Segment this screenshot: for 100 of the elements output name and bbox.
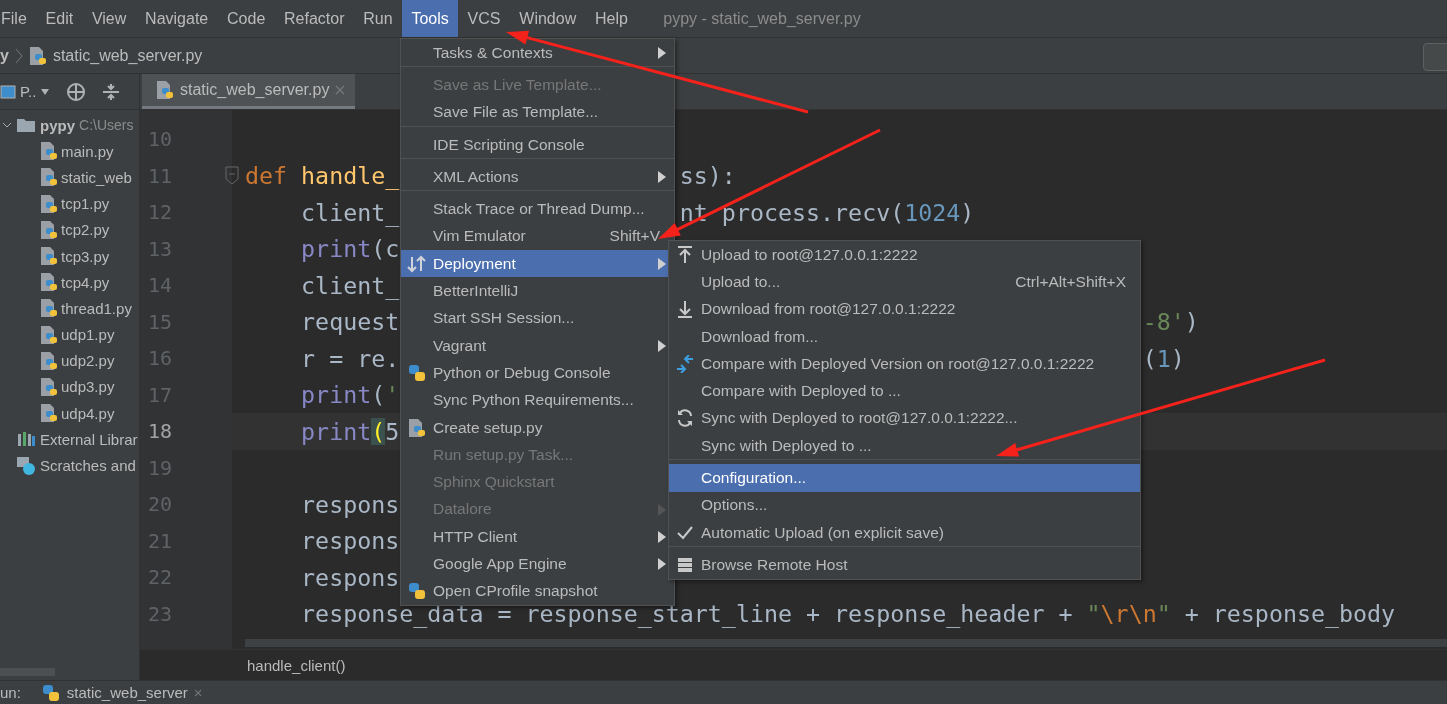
python-file-icon bbox=[40, 376, 58, 397]
python-icon bbox=[40, 682, 61, 703]
submenu-arrow-icon bbox=[658, 47, 666, 59]
code-line: request bbox=[301, 308, 400, 336]
code-line: respons bbox=[301, 490, 400, 518]
panel-title[interactable]: P.. bbox=[20, 83, 37, 100]
run-label: un: bbox=[0, 684, 21, 701]
menu-item[interactable]: Compare with Deployed Version on root@127.0.0.1:2222 bbox=[669, 350, 1140, 378]
python-file-icon bbox=[40, 298, 58, 319]
python-file-icon bbox=[40, 141, 58, 162]
code-fragment: (1) bbox=[1142, 344, 1185, 372]
sync-icon bbox=[676, 409, 694, 428]
tree-item[interactable]: udp2.py bbox=[61, 352, 115, 370]
menu-item[interactable]: Configuration... bbox=[669, 464, 1140, 492]
python-file-icon bbox=[40, 350, 58, 371]
python-file-icon bbox=[156, 80, 174, 100]
python-file-icon bbox=[40, 193, 58, 214]
library-icon bbox=[16, 431, 36, 448]
menu-item[interactable]: Sync with Deployed to root@127.0.0.1:2222... bbox=[669, 404, 1140, 433]
tree-item[interactable]: thread1.py bbox=[61, 299, 132, 317]
menu-item[interactable]: File bbox=[0, 0, 37, 37]
menu-item[interactable]: Help bbox=[585, 0, 638, 37]
code-line: print(' bbox=[301, 381, 400, 409]
code-fragment: nt process.recv(1024) bbox=[679, 198, 975, 226]
code-line: client_ bbox=[301, 198, 400, 226]
tree-item[interactable]: External Librar bbox=[40, 430, 138, 448]
menu-item[interactable]: VCS bbox=[458, 0, 510, 37]
python-file-icon bbox=[40, 403, 58, 424]
tree-item[interactable]: tcp3.py bbox=[61, 247, 110, 265]
window-title: pypy - static_web_server.py bbox=[663, 8, 861, 29]
python-file-icon bbox=[40, 219, 58, 240]
dropdown-icon[interactable] bbox=[40, 87, 51, 96]
editor-tab[interactable]: static_web_server.py bbox=[142, 74, 356, 109]
menu-item[interactable]: Download from root@127.0.0.1:2222 bbox=[669, 295, 1140, 323]
menu-item[interactable]: Automatic Upload (on explicit save) bbox=[669, 518, 1140, 548]
menu-item[interactable]: Download from... bbox=[669, 322, 1140, 351]
python-file-icon bbox=[40, 324, 58, 345]
tree-item[interactable]: Scratches and bbox=[40, 457, 136, 475]
tree-item[interactable]: tcp4.py bbox=[61, 273, 110, 291]
menu-item[interactable]: Run bbox=[353, 0, 403, 37]
menu-item[interactable]: IDE Scripting Console bbox=[401, 130, 674, 160]
python-file-icon bbox=[40, 246, 58, 267]
python-file-icon bbox=[40, 167, 58, 188]
submenu-arrow-icon bbox=[658, 258, 666, 271]
python-file-icon bbox=[28, 45, 47, 66]
code-fragment: -8') bbox=[1142, 308, 1199, 336]
tree-item[interactable]: static_web bbox=[61, 168, 132, 186]
checkmark-icon bbox=[677, 525, 693, 540]
collapse-icon[interactable] bbox=[102, 81, 121, 102]
folder-icon bbox=[16, 117, 36, 134]
tree-item[interactable]: tcp2.py bbox=[61, 221, 110, 239]
scrollbar[interactable] bbox=[245, 639, 1447, 647]
submenu-arrow-icon bbox=[658, 558, 666, 571]
python-icon bbox=[407, 581, 427, 602]
code-line: def handle_ bbox=[245, 162, 400, 190]
menu-item[interactable]: Navigate bbox=[135, 0, 218, 37]
python-file-icon bbox=[40, 272, 58, 293]
menu-item[interactable]: Stack Trace or Thread Dump... bbox=[401, 195, 674, 223]
submenu-arrow-icon bbox=[658, 339, 666, 352]
code-line: print(5 bbox=[301, 417, 400, 445]
menu-item[interactable]: View bbox=[82, 0, 136, 37]
menu-item[interactable]: Browse Remote Host bbox=[669, 551, 1140, 579]
code-line: respons bbox=[301, 527, 400, 555]
fold-icon[interactable] bbox=[225, 165, 239, 186]
tree-item[interactable]: udp4.py bbox=[61, 404, 115, 422]
scratches-icon bbox=[16, 455, 36, 476]
menu-item[interactable]: Edit bbox=[36, 0, 83, 37]
tree-item[interactable]: udp3.py bbox=[61, 378, 115, 396]
tree-item[interactable]: tcp1.py bbox=[61, 195, 110, 213]
server-icon bbox=[677, 556, 693, 573]
menu-item[interactable]: Save File as Template... bbox=[401, 98, 674, 127]
tree-item[interactable]: pypy bbox=[40, 116, 75, 134]
target-icon[interactable] bbox=[66, 81, 87, 102]
tree-item[interactable]: main.py bbox=[61, 142, 114, 160]
breadcrumb-item[interactable]: handle_client() bbox=[247, 656, 346, 674]
python-icon bbox=[407, 362, 427, 383]
code-fragment: ss): bbox=[679, 162, 736, 190]
submenu-arrow-icon bbox=[658, 171, 666, 184]
menu-item[interactable]: Options... bbox=[669, 491, 1140, 519]
tree-item[interactable]: udp1.py bbox=[61, 326, 115, 344]
code-line: r = re. bbox=[301, 344, 400, 372]
upload-icon bbox=[677, 245, 693, 264]
menu-item[interactable]: Refactor bbox=[274, 0, 354, 37]
breadcrumb-item[interactable]: y bbox=[0, 46, 9, 65]
menu-item[interactable]: Code bbox=[217, 0, 275, 37]
menu-item[interactable]: Window bbox=[509, 0, 586, 37]
folder-path: C:\Users bbox=[79, 117, 134, 134]
code-line: respons bbox=[301, 563, 400, 591]
run-tab[interactable]: static_web_server × bbox=[40, 682, 203, 703]
compare-arrows-icon bbox=[676, 354, 694, 373]
close-icon[interactable] bbox=[335, 85, 346, 95]
submenu-arrow-icon bbox=[658, 531, 666, 544]
breadcrumb-item[interactable]: static_web_server.py bbox=[52, 46, 203, 65]
toolbar-button[interactable] bbox=[1423, 43, 1447, 71]
menu-item[interactable]: XML Actions bbox=[401, 163, 674, 192]
line-number: 18 bbox=[148, 419, 173, 444]
menu-item[interactable]: Tools bbox=[402, 0, 459, 37]
menu-item[interactable]: Compare with Deployed to ... bbox=[669, 377, 1140, 405]
window-icon bbox=[0, 84, 16, 99]
code-line: client_ bbox=[301, 271, 400, 299]
